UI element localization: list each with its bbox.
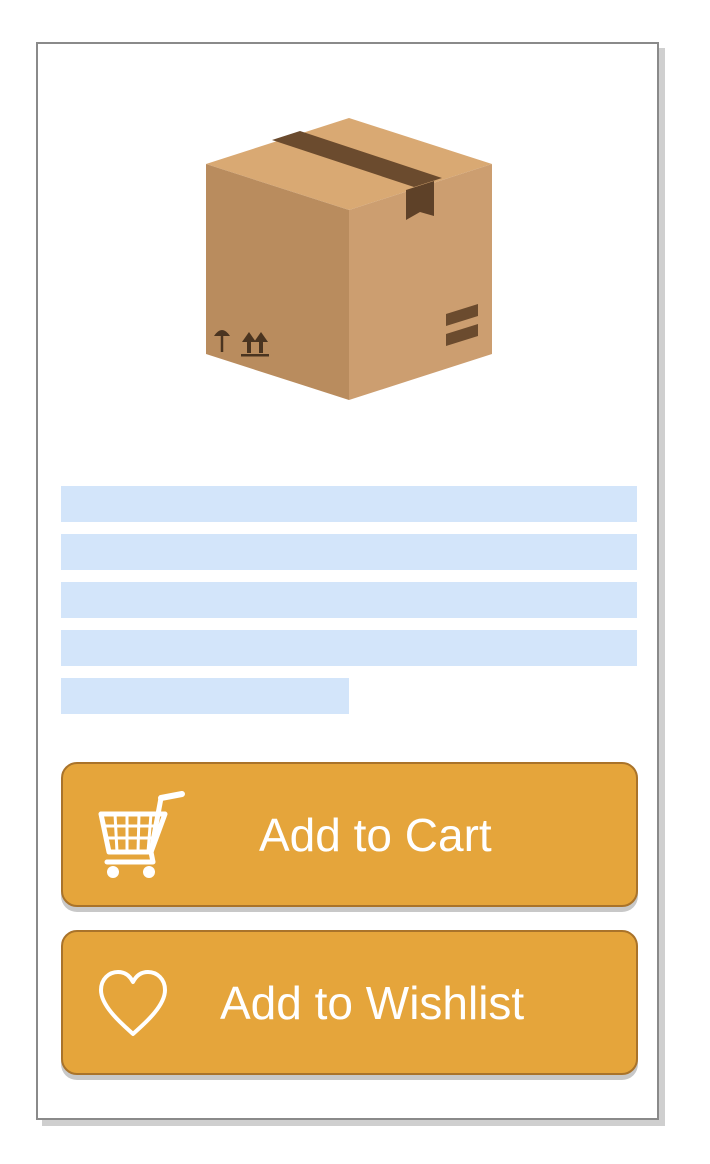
description-placeholder-line [61,630,637,666]
add-to-wishlist-label: Add to Wishlist [220,976,525,1029]
heart-outline-icon [99,970,167,1036]
add-to-wishlist-button[interactable]: Add to Wishlist [61,930,638,1075]
description-placeholder-line [61,582,637,618]
description-placeholder-line [61,678,349,714]
add-to-cart-button[interactable]: Add to Cart [61,762,638,907]
description-placeholder-line [61,486,637,522]
add-to-cart-label: Add to Cart [259,808,492,861]
shopping-cart-icon [98,791,185,878]
cardboard-box-icon [206,118,492,400]
description-placeholder-line [61,534,637,570]
product-card: Add to Cart Add to Wishlist [36,42,659,1120]
